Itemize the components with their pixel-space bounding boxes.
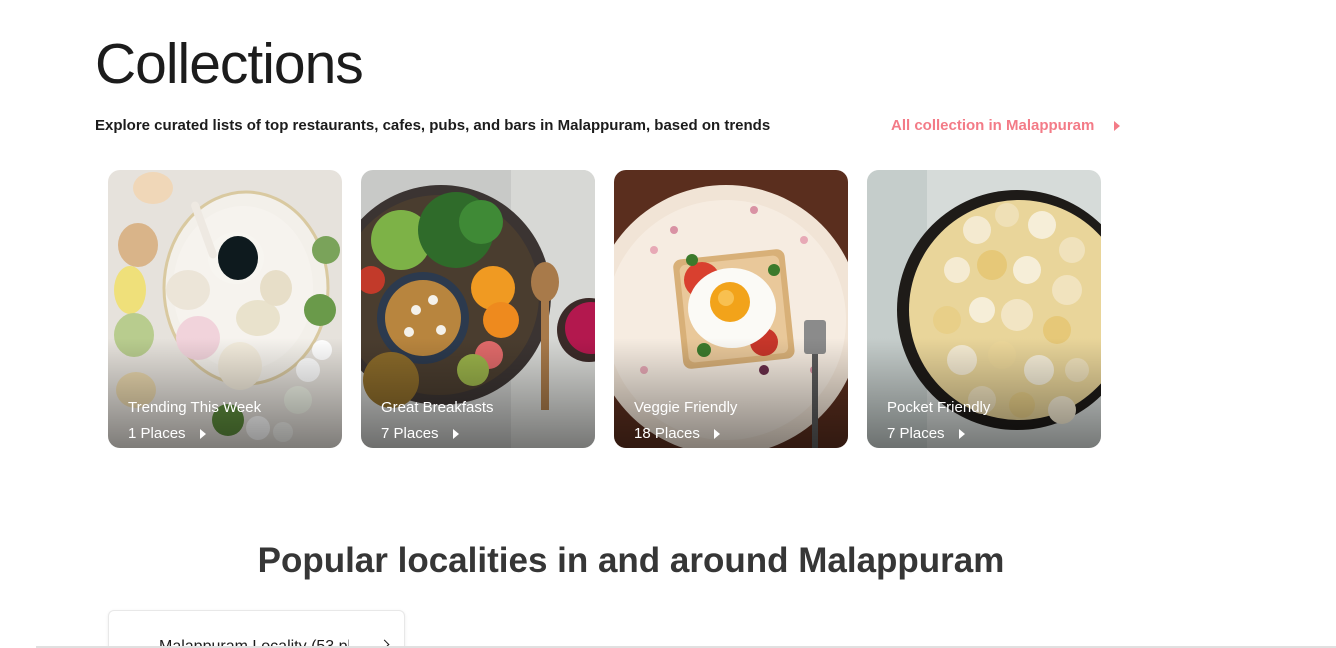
localities-title: Popular localities in and around Malappu… [257, 541, 1005, 580]
collection-places: 18 Places [634, 425, 720, 443]
places-count: 7 Places [887, 425, 945, 442]
caret-right-icon [452, 429, 459, 439]
collection-card-trending[interactable]: Trending This Week 1 Places [108, 170, 342, 448]
collections-title: Collections [95, 32, 364, 96]
locality-card[interactable]: Malappuram Locality (53 pl [108, 610, 405, 648]
collection-name: Trending This Week [128, 399, 262, 416]
page: Collections Explore curated lists of top… [0, 0, 1336, 648]
caret-right-icon [1114, 121, 1121, 131]
collection-name: Veggie Friendly [634, 399, 738, 416]
caret-right-icon [713, 429, 720, 439]
caret-right-icon [199, 429, 206, 439]
all-collections-link[interactable]: All collection in Malappuram [891, 116, 1121, 136]
all-collections-label: All collection in Malappuram [891, 117, 1095, 134]
collection-places: 1 Places [128, 425, 206, 443]
collection-card-veggie[interactable]: Veggie Friendly 18 Places [614, 170, 848, 448]
collections-subtitle: Explore curated lists of top restaurants… [95, 117, 771, 134]
places-count: 18 Places [634, 425, 700, 442]
collection-name: Great Breakfasts [381, 399, 494, 416]
collection-places: 7 Places [381, 425, 459, 443]
collection-places: 7 Places [887, 425, 965, 443]
collection-name: Pocket Friendly [887, 399, 991, 416]
collection-card-breakfasts[interactable]: Great Breakfasts 7 Places [361, 170, 595, 448]
collection-card-pocket[interactable]: Pocket Friendly 7 Places [867, 170, 1101, 448]
places-count: 7 Places [381, 425, 439, 442]
caret-right-icon [958, 429, 965, 439]
places-count: 1 Places [128, 425, 186, 442]
